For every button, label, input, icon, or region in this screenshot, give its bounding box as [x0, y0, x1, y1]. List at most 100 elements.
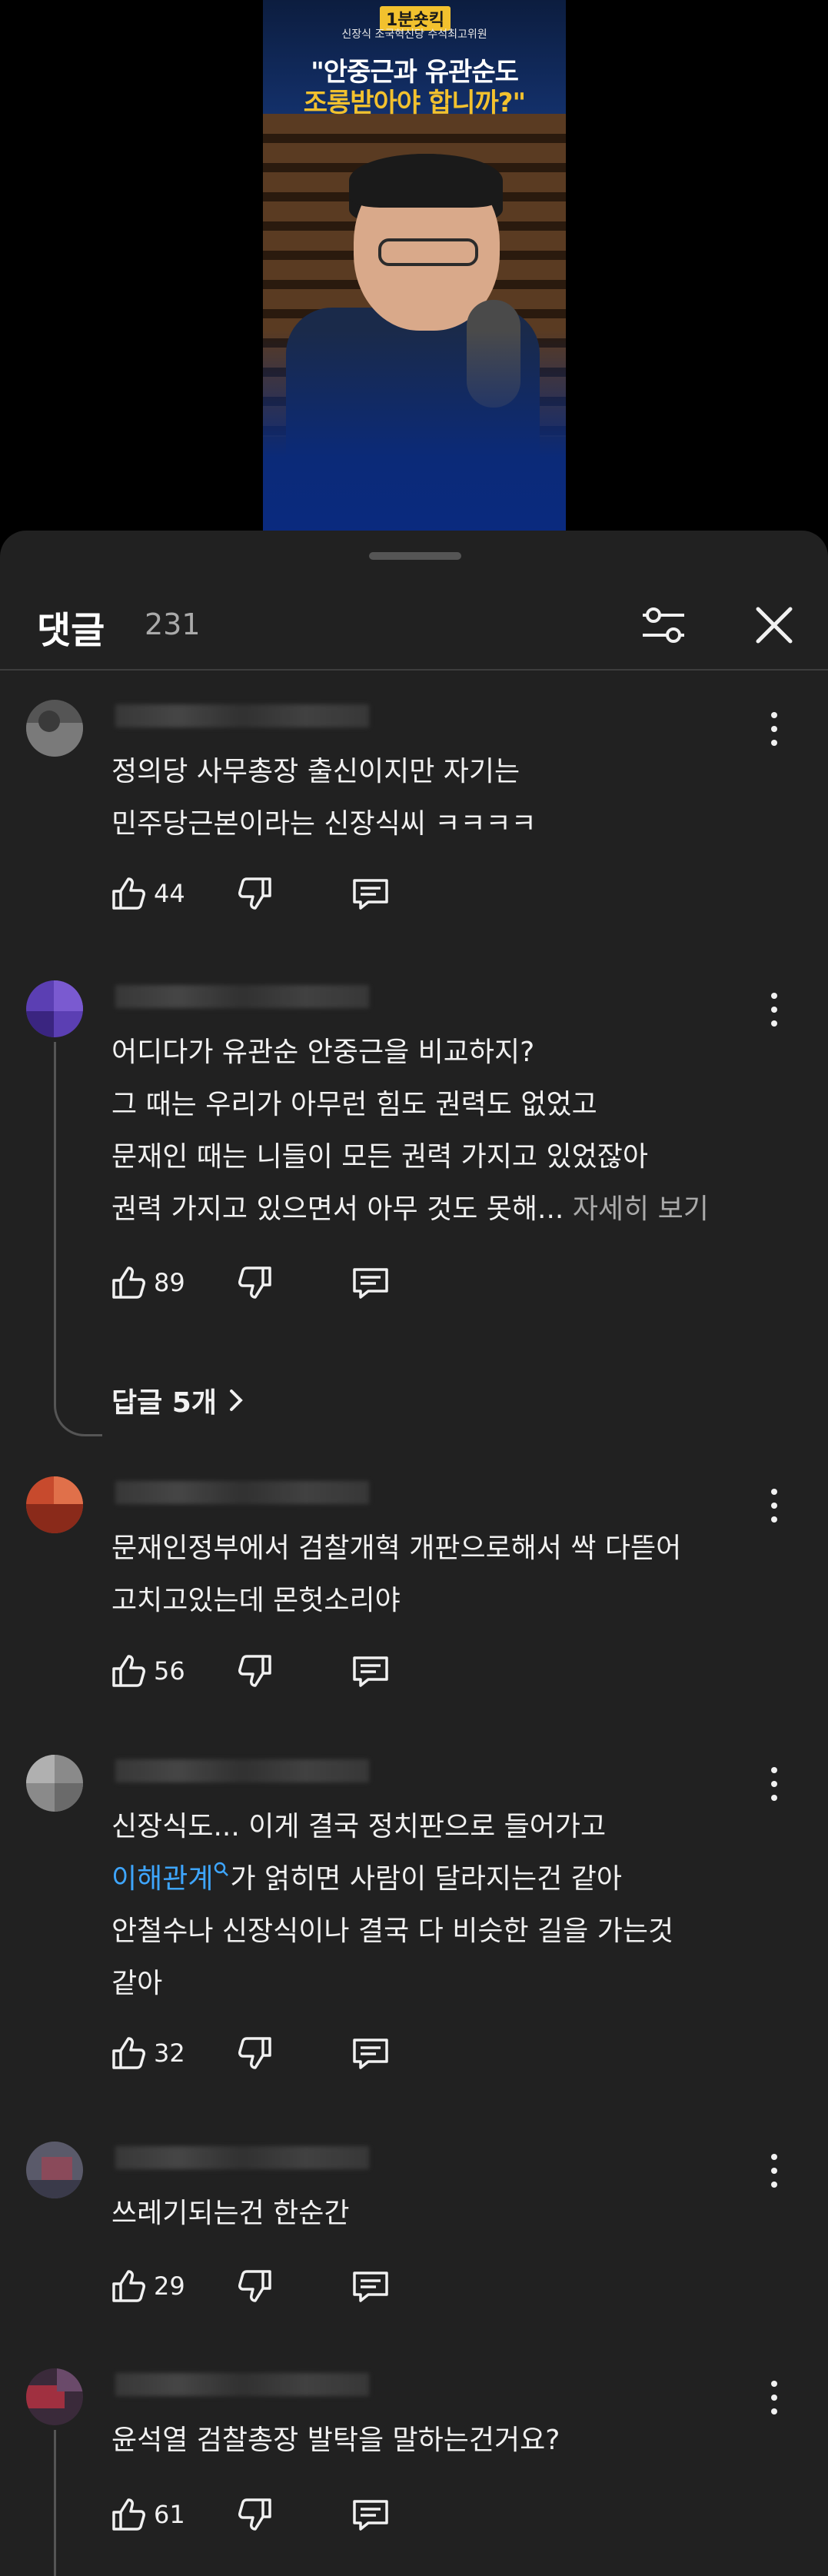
thread-line-curve — [54, 1365, 102, 1436]
like-button[interactable]: 61 — [108, 2493, 185, 2536]
dislike-button[interactable] — [234, 1649, 276, 1692]
view-replies-button[interactable]: 답글 5개 — [111, 1380, 244, 1420]
comment-author-meta[interactable] — [115, 1759, 369, 1782]
comment-author-meta[interactable] — [115, 704, 369, 727]
comment-actions: 89 — [108, 1261, 492, 1307]
comment-author-meta[interactable] — [115, 2146, 369, 2169]
comment-line-text: 권력 가지고 있으면서 아무 것도 못해... — [111, 1193, 564, 1225]
comment-author-meta[interactable] — [115, 985, 369, 1008]
comment-author-meta[interactable] — [115, 1481, 369, 1504]
comment-line: 문재인정부에서 검찰개혁 개판으로해서 싹 다뜯어 — [111, 1533, 682, 1564]
read-more-link[interactable]: 자세히 보기 — [573, 1193, 709, 1225]
video-gradient — [263, 331, 566, 542]
avatar[interactable] — [26, 980, 83, 1037]
thumbs-down-icon — [238, 877, 271, 910]
thumbs-up-icon — [112, 877, 145, 910]
comment-actions: 32 — [108, 2032, 492, 2078]
reply-button[interactable] — [350, 872, 391, 915]
comment-line: 쓰레기되는건 한순간 — [111, 2198, 350, 2229]
comment-line: 문재인 때는 니들이 모든 권력 가지고 있었잖아 — [111, 1141, 648, 1173]
comment-line: 안철수나 신장식이나 결국 다 비슷한 길을 가는것 — [111, 1915, 674, 1947]
dislike-button[interactable] — [234, 2493, 276, 2536]
more-options-icon[interactable] — [761, 1762, 787, 1806]
like-button[interactable]: 56 — [108, 1649, 185, 1692]
reply-icon — [353, 2271, 388, 2302]
video-title-banner: 1분숏킥 신장식 조국혁신당 수석최고위원 "안중근과 유관순도 조롱받아야 합… — [263, 0, 566, 118]
comment-line-rest: 가 얽히면 사람이 달라지는건 같아 — [230, 1863, 622, 1895]
reply-icon — [353, 2039, 388, 2069]
like-count: 44 — [154, 879, 185, 908]
comments-sheet: 댓글 231 정의당 사무총장 출신이지만 자기는 민주당근본이라는 신장식씨 … — [0, 531, 828, 2576]
comment-line: 같아 — [111, 1968, 163, 1999]
search-icon[interactable] — [213, 1861, 230, 1878]
thumbs-up-icon — [112, 1655, 145, 1687]
reply-button[interactable] — [350, 1261, 391, 1304]
avatar[interactable] — [26, 2142, 83, 2198]
like-button[interactable]: 32 — [108, 2032, 185, 2075]
comment-author-meta[interactable] — [115, 2373, 369, 2396]
more-options-icon[interactable] — [761, 988, 787, 1031]
like-button[interactable]: 44 — [108, 872, 185, 915]
dislike-button[interactable] — [234, 2032, 276, 2075]
comment-actions: 44 — [108, 872, 492, 918]
thread-line — [54, 1042, 56, 1403]
video-thumbnail[interactable]: 1분숏킥 신장식 조국혁신당 수석최고위원 "안중근과 유관순도 조롱받아야 합… — [263, 0, 566, 542]
thumbs-up-icon — [112, 2498, 145, 2531]
video-headline-2: 조롱받아야 합니까?" — [303, 88, 527, 118]
comment-text: 정의당 사무총장 출신이지만 자기는 민주당근본이라는 신장식씨 ㅋㅋㅋㅋ — [111, 746, 773, 850]
dislike-button[interactable] — [234, 1261, 276, 1304]
reply-button[interactable] — [350, 1649, 391, 1692]
thumbs-up-icon — [112, 2270, 145, 2302]
dislike-button[interactable] — [234, 872, 276, 915]
comment-line: 신장식도... 이게 결국 정치판으로 들어가고 — [111, 1811, 607, 1842]
like-button[interactable]: 89 — [108, 1261, 185, 1304]
thumbs-down-icon — [238, 1655, 271, 1687]
comment-line: 윤석열 검찰총장 발탁을 말하는건거요? — [111, 2425, 560, 2456]
thumbs-down-icon — [238, 2498, 271, 2531]
search-link[interactable]: 이해관계 — [111, 1863, 213, 1895]
avatar[interactable] — [26, 1476, 83, 1533]
more-options-icon[interactable] — [761, 2376, 787, 2419]
thread-line — [54, 2430, 56, 2576]
drag-handle[interactable] — [369, 552, 461, 560]
reply-button[interactable] — [350, 2032, 391, 2075]
close-icon[interactable] — [747, 598, 801, 652]
more-options-icon[interactable] — [761, 1484, 787, 1527]
reply-icon — [353, 1268, 388, 1299]
reply-icon — [353, 879, 388, 910]
like-count: 29 — [154, 2271, 185, 2301]
dislike-button[interactable] — [234, 2265, 276, 2308]
thumbs-up-icon — [112, 1266, 145, 1299]
comment-actions: 56 — [108, 1649, 492, 1696]
comments-title: 댓글 — [37, 609, 105, 652]
comment-line: 그 때는 우리가 아무런 힘도 권력도 없었고 — [111, 1089, 597, 1120]
chevron-right-icon — [229, 1390, 243, 1411]
video-player[interactable]: 1분숏킥 신장식 조국혁신당 수석최고위원 "안중근과 유관순도 조롱받아야 합… — [0, 0, 828, 542]
more-options-icon[interactable] — [761, 707, 787, 751]
reply-icon — [353, 1656, 388, 1687]
comment-text: 윤석열 검찰총장 발탁을 말하는건거요? — [111, 2415, 773, 2467]
comment-line: 고치고있는데 몬헛소리야 — [111, 1585, 401, 1616]
comment-text: 문재인정부에서 검찰개혁 개판으로해서 싹 다뜯어 고치고있는데 몬헛소리야 — [111, 1523, 773, 1627]
reply-button[interactable] — [350, 2265, 391, 2308]
comment-text: 어디다가 유관순 안중근을 비교하지? 그 때는 우리가 아무런 힘도 권력도 … — [111, 1027, 773, 1236]
thumbs-up-icon — [112, 2037, 145, 2069]
like-count: 56 — [154, 1656, 185, 1686]
thumbs-down-icon — [238, 2270, 271, 2302]
sort-filter-icon[interactable] — [637, 598, 690, 652]
thumbs-down-icon — [238, 2037, 271, 2069]
comment-actions: 29 — [108, 2265, 492, 2311]
comment-line: 민주당근본이라는 신장식씨 ㅋㅋㅋㅋ — [111, 808, 537, 840]
avatar[interactable] — [26, 700, 83, 757]
avatar[interactable] — [26, 2368, 83, 2425]
video-subline: 신장식 조국혁신당 수석최고위원 — [341, 28, 487, 41]
header-divider — [0, 669, 828, 671]
comment-text: 쓰레기되는건 한순간 — [111, 2188, 773, 2240]
more-options-icon[interactable] — [761, 2149, 787, 2192]
like-count: 32 — [154, 2039, 185, 2068]
comment-actions: 61 — [108, 2493, 492, 2539]
reply-button[interactable] — [350, 2493, 391, 2536]
comment-text: 신장식도... 이게 결국 정치판으로 들어가고 이해관계 가 얽히면 사람이 달… — [111, 1801, 773, 2010]
avatar[interactable] — [26, 1755, 83, 1812]
like-button[interactable]: 29 — [108, 2265, 185, 2308]
